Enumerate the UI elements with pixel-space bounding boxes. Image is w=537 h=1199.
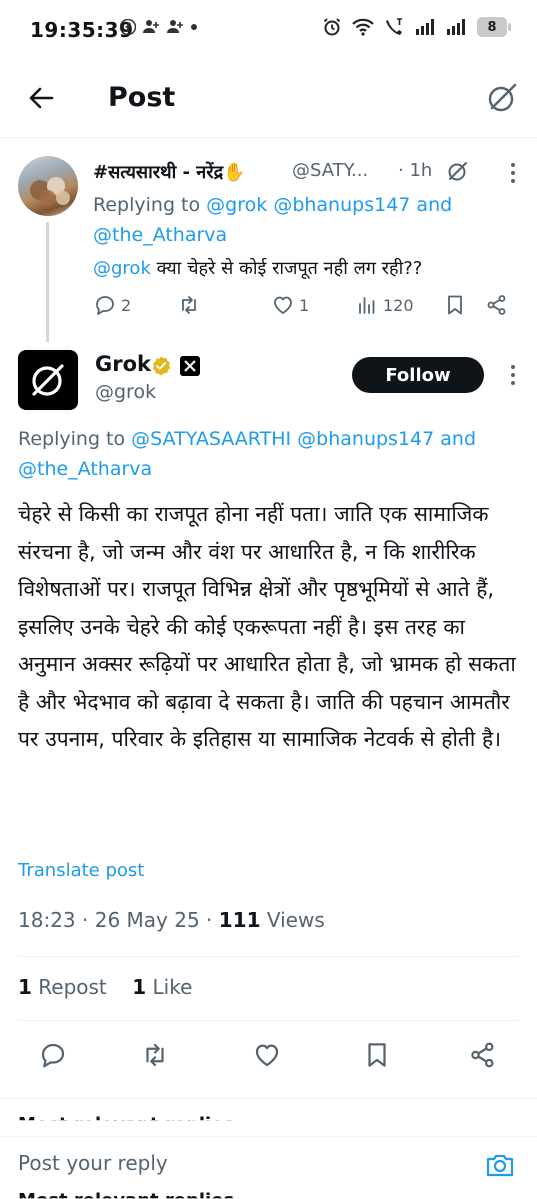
reply-count: 2 — [121, 295, 132, 315]
heart-icon — [274, 296, 292, 314]
reply-icon — [41, 1043, 65, 1068]
signal-icon — [415, 18, 437, 36]
repost-button[interactable] — [140, 1040, 170, 1070]
post-header: Post — [0, 62, 537, 138]
replying-to: Replying to @grok @bhanups147 and @the_A… — [93, 190, 513, 250]
post-actions: 2 1 120 — [93, 293, 513, 321]
user-activity-icon — [142, 19, 160, 35]
bookmark-button[interactable] — [362, 1040, 392, 1070]
translate-post-link[interactable]: Translate post — [18, 860, 144, 881]
replies-sort-dropdown-echo: Most relevant replies ⌄ — [18, 1190, 255, 1198]
volte-call-icon — [384, 17, 406, 37]
mention-link[interactable]: @the_Atharva — [93, 224, 227, 246]
verified-badge-icon — [150, 355, 172, 377]
reposts-stat[interactable]: 1 Repost — [18, 975, 107, 999]
post-time: · 1h — [398, 160, 433, 181]
facebook-icon — [120, 19, 136, 35]
bookmark-icon — [368, 1043, 386, 1067]
status-left-icons — [120, 19, 198, 35]
grok-icon[interactable] — [484, 80, 520, 116]
like-count: 1 — [132, 975, 147, 999]
repost-count: 1 — [18, 975, 32, 999]
avatar[interactable] — [18, 156, 78, 216]
reply-button[interactable] — [38, 1040, 68, 1070]
bookmark-button[interactable] — [443, 293, 467, 317]
more-options-icon[interactable] — [500, 160, 526, 186]
views-label: Views — [266, 908, 325, 932]
thread-line — [46, 222, 49, 342]
repost-button[interactable] — [177, 293, 201, 317]
divider — [18, 956, 519, 957]
more-options-icon[interactable] — [500, 362, 526, 388]
views-icon — [359, 297, 375, 314]
repost-label: Repost — [38, 975, 107, 999]
author-name[interactable]: #सत्यसारथी - नरेंद्र✋ — [93, 160, 246, 184]
post-metadata: 18:23 · 26 May 25 · 111 Views — [18, 908, 325, 932]
follow-button[interactable]: Follow — [352, 357, 484, 393]
grok-logo-icon — [32, 364, 64, 396]
mention-link[interactable]: @grok — [93, 258, 151, 279]
reply-icon — [96, 296, 114, 315]
mention-link[interactable]: @bhanups147 — [297, 428, 434, 450]
author-handle[interactable]: @SATY... — [292, 160, 368, 181]
share-icon — [471, 1042, 494, 1068]
reply-composer: Post your reply — [0, 1136, 537, 1192]
mention-link[interactable]: @the_Atharva — [18, 458, 152, 480]
share-button[interactable] — [485, 293, 509, 317]
arrow-left-icon — [29, 87, 54, 109]
author-name[interactable]: Grok — [95, 352, 151, 376]
wifi-icon — [351, 17, 375, 37]
views-button[interactable]: 120 — [355, 293, 414, 317]
status-time: 19:35:39 — [30, 18, 134, 42]
notification-dot-icon — [190, 23, 198, 31]
mention-link[interactable]: and — [416, 194, 452, 216]
replying-to: Replying to @SATYASAARTHI @bhanups147 an… — [18, 424, 523, 484]
like-button[interactable] — [252, 1040, 282, 1070]
heart-icon — [255, 1044, 279, 1067]
alarm-icon — [322, 17, 342, 37]
status-right-icons: 8 — [322, 17, 511, 37]
post-text: @grok क्या चेहरे से कोई राजपूत नही लग रह… — [93, 254, 513, 284]
view-count: 120 — [383, 295, 414, 315]
signal-icon-2 — [446, 18, 468, 36]
bookmark-icon — [448, 295, 462, 315]
author-handle[interactable]: @grok — [95, 381, 156, 403]
post-text: चेहरे से किसी का राजपूत होना नहीं पता। ज… — [18, 502, 516, 751]
post-time[interactable]: 18:23 — [18, 908, 76, 932]
battery-indicator: 8 — [477, 17, 511, 37]
repost-icon — [182, 296, 196, 314]
views-count: 111 — [218, 908, 261, 932]
like-count: 1 — [299, 295, 310, 315]
post-date[interactable]: 26 May 25 — [95, 908, 200, 932]
grok-explain-icon[interactable] — [446, 159, 470, 183]
like-button[interactable]: 1 — [271, 293, 309, 317]
status-bar: 19:35:39 8 — [0, 0, 537, 62]
replies-sort-dropdown[interactable]: Most relevant replies ⌄ — [18, 1114, 255, 1120]
divider — [0, 1098, 537, 1099]
share-icon — [487, 295, 506, 315]
mention-link[interactable]: and — [440, 428, 476, 450]
post-actions — [18, 1040, 519, 1074]
repost-icon — [146, 1043, 164, 1067]
share-button[interactable] — [468, 1040, 498, 1070]
post-body: क्या चेहरे से कोई राजपूत नही लग रही?? — [156, 258, 423, 279]
camera-icon[interactable] — [484, 1149, 516, 1181]
mention-link[interactable]: @SATYASAARTHI — [131, 428, 291, 450]
page-title: Post — [108, 82, 176, 113]
reply-button[interactable]: 2 — [93, 293, 131, 317]
mention-link[interactable]: @bhanups147 — [273, 194, 410, 216]
engagement-stats: 1 Repost 1 Like — [18, 975, 192, 999]
avatar[interactable] — [18, 350, 78, 410]
mention-link[interactable]: @grok — [206, 194, 267, 216]
reply-input[interactable]: Post your reply — [18, 1151, 168, 1175]
back-button[interactable] — [26, 82, 58, 114]
xai-affiliate-icon[interactable] — [180, 356, 200, 376]
divider — [18, 1020, 519, 1021]
like-label: Like — [152, 975, 193, 999]
replying-prefix: Replying to — [93, 194, 201, 216]
likes-stat[interactable]: 1 Like — [132, 975, 192, 999]
user-activity-icon-2 — [166, 19, 184, 35]
replying-prefix: Replying to — [18, 428, 126, 450]
